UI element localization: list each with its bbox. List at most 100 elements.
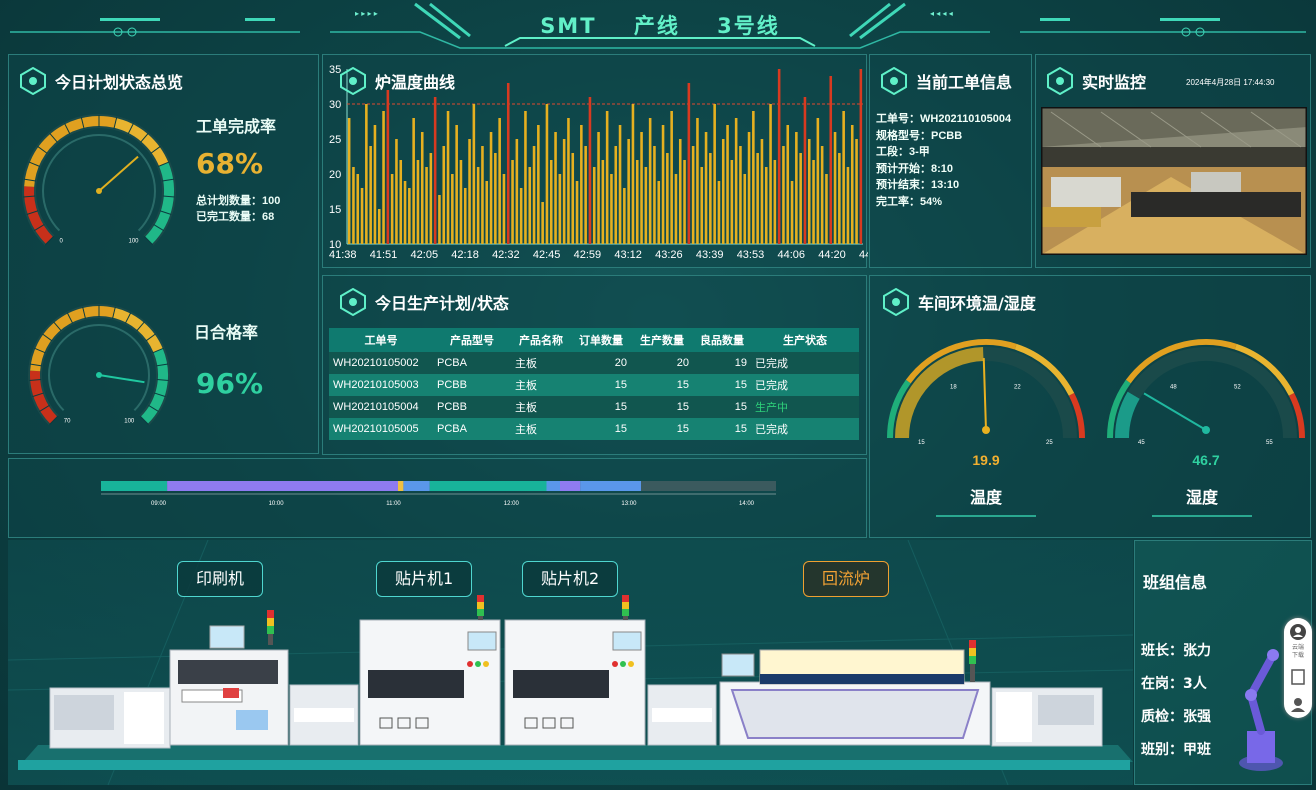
gauge-max-label: 100 <box>128 238 139 244</box>
timeline-segment <box>560 481 581 491</box>
toolbar-label[interactable]: 云端 下载 <box>1284 644 1312 660</box>
timeline-tick-label: 12:00 <box>504 501 520 507</box>
bar <box>605 111 609 244</box>
mounter2-label[interactable]: 贴片机2 <box>522 561 619 597</box>
cell-produced-qty: 15 <box>631 374 693 396</box>
timeline-tick-label: 13:00 <box>621 501 637 507</box>
camera-feed[interactable] <box>1041 107 1307 255</box>
bar <box>511 160 514 244</box>
bar <box>623 188 626 244</box>
bar <box>618 125 622 244</box>
timeline-tick-label: 14:00 <box>739 501 755 507</box>
x-tick-label: 41:51 <box>370 249 398 261</box>
order-info-list: 工单号：WH202110105004 规格型号：PCBB 工段：3-甲 预计开始… <box>876 111 1011 210</box>
hexagon-icon <box>881 67 907 95</box>
env-gauge-tick-label: 18 <box>950 385 957 391</box>
bar <box>730 160 734 244</box>
timeline-segment <box>641 481 776 491</box>
bar <box>476 167 480 244</box>
production-timeline[interactable]: 09:00 10:00 11:00 12:00 13:00 14:00 <box>9 459 868 539</box>
gauge-hub <box>96 372 102 378</box>
oven-temp-title-text: 炉温度曲线 <box>375 73 456 92</box>
bar <box>820 146 824 244</box>
timeline-segment <box>101 481 168 491</box>
total-plan-count: 总计划数量：100 <box>196 195 281 207</box>
gauge-segment <box>30 306 116 372</box>
bar <box>395 139 398 244</box>
bar <box>433 97 437 244</box>
timeline-tick-label: 09:00 <box>151 501 167 507</box>
env-gauge-fill <box>895 347 984 439</box>
oven-label[interactable]: 回流炉 <box>803 561 890 597</box>
bar <box>438 195 441 244</box>
title-part-line: 产线 <box>633 14 680 38</box>
x-tick-label: 42:05 <box>411 249 439 261</box>
cell-good-qty: 15 <box>693 374 751 396</box>
bar <box>420 132 424 244</box>
env-gauge-tick-label: 48 <box>1170 385 1177 391</box>
x-tick-label: 41:38 <box>329 249 357 261</box>
cell-name: 主板 <box>511 396 571 418</box>
x-tick-label: 44:06 <box>777 249 805 261</box>
bar <box>653 146 656 244</box>
bar <box>429 153 433 244</box>
timeline-tick-label: 10:00 <box>269 501 285 507</box>
timeline-segment <box>429 481 547 491</box>
temperature-value: 19.9 <box>972 452 1000 468</box>
bar <box>352 167 355 244</box>
bar <box>678 139 682 244</box>
bar <box>691 146 695 244</box>
env-gauge-hub <box>1202 426 1210 434</box>
timeline-segment <box>580 481 641 491</box>
gauge-min-label: 70 <box>64 418 71 424</box>
bar <box>795 132 798 244</box>
cell-status: 已完成 <box>751 352 859 374</box>
cell-good-qty: 19 <box>693 352 751 374</box>
x-tick-label: 43:39 <box>696 249 724 261</box>
table-row[interactable]: WH20210105002 PCBA 主板 20 20 19 已完成 <box>329 352 859 374</box>
printer-label[interactable]: 印刷机 <box>177 561 264 597</box>
bar <box>721 139 725 244</box>
team-on-duty: 在岗：3人 <box>1141 676 1207 692</box>
hexagon-icon <box>20 67 46 95</box>
bar <box>743 174 747 244</box>
bar <box>859 69 863 244</box>
env-gauge-needle <box>1143 392 1207 431</box>
team-info-title: 班组信息 <box>1143 573 1208 592</box>
order-info-title: 当前工单信息 <box>880 67 1012 95</box>
cell-good-qty: 15 <box>693 418 751 440</box>
bar <box>554 132 557 244</box>
col-order-no: 工单号 <box>329 328 433 352</box>
cell-model: PCBB <box>433 374 511 396</box>
cell-produced-qty: 15 <box>631 418 693 440</box>
order-number: 工单号：WH202110105004 <box>876 113 1012 125</box>
x-tick-label: 42:18 <box>451 249 479 261</box>
table-row[interactable]: WH20210105003 PCBB 主板 15 15 15 已完成 <box>329 374 859 396</box>
cell-order-qty: 15 <box>571 374 631 396</box>
hexagon-icon <box>340 288 366 316</box>
plan-status-panel: 今日计划状态总览 0 100 工单完成率 68% 总计划数量：100 已完工数量：… <box>8 54 319 454</box>
yield-title: 日合格率 <box>194 323 259 342</box>
cell-order-no: WH20210105003 <box>329 374 433 396</box>
bar <box>597 132 600 244</box>
svg-text:◂ ◂ ◂ ◂: ◂ ◂ ◂ ◂ <box>930 9 953 18</box>
env-gauge-tick-label: 22 <box>1014 385 1021 391</box>
bar <box>769 104 772 244</box>
timeline-segment <box>403 481 430 491</box>
bar <box>562 139 566 244</box>
mounter1-label[interactable]: 贴片机1 <box>376 561 473 597</box>
bar <box>644 167 648 244</box>
plan-status-title-text: 今日计划状态总览 <box>55 73 184 92</box>
bar <box>614 146 618 244</box>
bar <box>829 76 833 244</box>
bar <box>631 104 635 244</box>
table-row[interactable]: WH20210105005 PCBA 主板 15 15 15 已完成 <box>329 418 859 440</box>
bar <box>640 132 643 244</box>
toolbar-cloud-label: 云端 <box>1291 645 1304 651</box>
x-tick-label: 42:45 <box>533 249 561 261</box>
bar <box>799 153 802 244</box>
cell-model: PCBA <box>433 352 511 374</box>
bar <box>592 167 596 244</box>
floating-toolbar[interactable]: 云端 下载 <box>1284 618 1312 718</box>
table-row[interactable]: WH20210105004 PCBB 主板 15 15 15 生产中 <box>329 396 859 418</box>
